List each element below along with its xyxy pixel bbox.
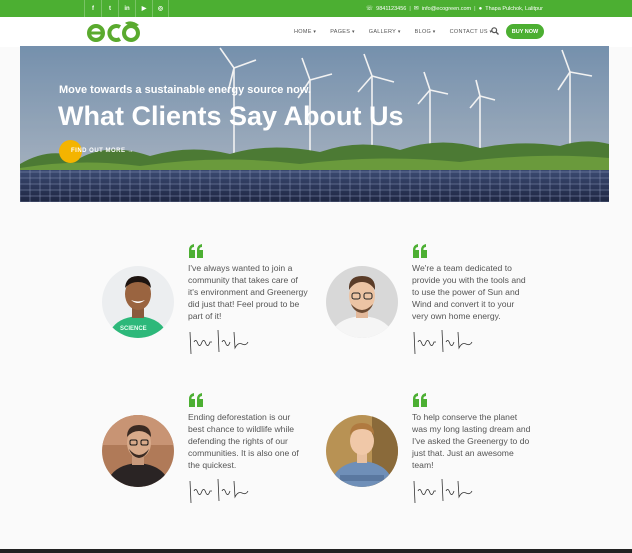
signature bbox=[189, 478, 249, 504]
signature bbox=[413, 329, 473, 355]
main-navbar: HOME PAGES GALLERY BLOG CONTACT US BUY N… bbox=[0, 17, 632, 47]
footer-edge bbox=[0, 549, 632, 553]
nav-contact-us[interactable]: CONTACT US bbox=[450, 29, 493, 35]
linkedin-icon[interactable]: in bbox=[118, 0, 135, 17]
testimonial-card: To help conserve the planet was my long … bbox=[326, 393, 556, 535]
quote-icon bbox=[189, 244, 203, 258]
divider: | bbox=[474, 5, 476, 12]
buy-now-button[interactable]: BUY NOW bbox=[506, 24, 544, 39]
quote-icon bbox=[189, 393, 203, 407]
testimonial-quote: Ending deforestation is our best chance … bbox=[188, 412, 299, 470]
contact-info: ☏ 9841123456 | ✉ info@ecogreen.com | ● T… bbox=[366, 0, 543, 17]
youtube-icon[interactable]: ▶ bbox=[135, 0, 152, 17]
divider: | bbox=[409, 5, 411, 12]
twitter-icon[interactable]: t bbox=[101, 0, 118, 17]
find-out-more-button[interactable]: FIND OUT MORE → bbox=[59, 140, 139, 163]
nav-home[interactable]: HOME bbox=[294, 29, 316, 35]
mail-icon: ✉ bbox=[413, 6, 419, 12]
nav-blog[interactable]: BLOG bbox=[415, 29, 436, 35]
find-out-more-label: FIND OUT MORE → bbox=[71, 148, 135, 154]
search-icon[interactable] bbox=[491, 27, 499, 35]
signature bbox=[189, 329, 249, 355]
social-links: f t in ▶ ◎ bbox=[84, 0, 169, 17]
nav-pages[interactable]: PAGES bbox=[330, 29, 355, 35]
hero-banner: Move towards a sustainable energy source… bbox=[20, 46, 609, 202]
location-text: Thapa Pulchok, Lalitpur bbox=[485, 5, 543, 12]
instagram-icon[interactable]: ◎ bbox=[152, 0, 169, 17]
testimonial-quote: I've always wanted to join a community t… bbox=[188, 263, 308, 321]
testimonial-card: Ending deforestation is our best chance … bbox=[102, 393, 332, 535]
hero-subtitle: Move towards a sustainable energy source… bbox=[59, 84, 312, 96]
nav-menu: HOME PAGES GALLERY BLOG CONTACT US bbox=[294, 17, 506, 47]
avatar bbox=[102, 415, 174, 487]
phone-number[interactable]: 9841123456 bbox=[376, 6, 406, 12]
hero-title: What Clients Say About Us bbox=[58, 101, 404, 131]
testimonial-card: We're a team dedicated to provide you wi… bbox=[326, 244, 556, 386]
testimonial-quote: To help conserve the planet was my long … bbox=[412, 412, 531, 470]
quote-icon bbox=[413, 244, 427, 258]
testimonial-card: SCIENCE I've always wanted to join a com… bbox=[102, 244, 332, 386]
avatar bbox=[326, 266, 398, 338]
phone-icon: ☏ bbox=[365, 6, 374, 12]
facebook-icon[interactable]: f bbox=[84, 0, 101, 17]
testimonial-quote: We're a team dedicated to provide you wi… bbox=[412, 263, 526, 321]
email-address[interactable]: info@ecogreen.com bbox=[422, 6, 471, 12]
location-pin-icon: ● bbox=[478, 5, 483, 12]
quote-icon bbox=[413, 393, 427, 407]
signature bbox=[413, 478, 473, 504]
top-bar: f t in ▶ ◎ ☏ 9841123456 | ✉ info@ecogree… bbox=[0, 0, 632, 17]
avatar bbox=[326, 415, 398, 487]
nav-gallery[interactable]: GALLERY bbox=[369, 29, 401, 35]
shirt-print: SCIENCE bbox=[120, 326, 147, 332]
logo[interactable] bbox=[87, 19, 141, 45]
